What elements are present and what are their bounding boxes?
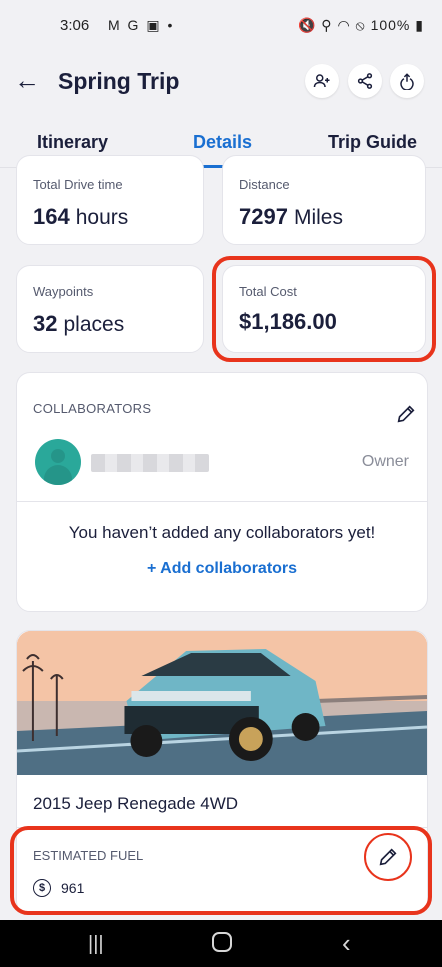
vehicle-image (17, 631, 427, 775)
status-time: 3:06 (60, 17, 90, 34)
waypoints-number: 32 (33, 311, 58, 336)
export-button[interactable] (390, 64, 424, 98)
avatar (35, 439, 81, 485)
waypoints-value: 32 places (33, 311, 124, 337)
add-person-icon (313, 74, 330, 88)
app-bar: ← Spring Trip (0, 50, 442, 112)
export-icon (400, 73, 414, 90)
collaborators-divider (17, 501, 427, 502)
notification-icons: M G ▣ • (108, 17, 175, 33)
battery-icon: ▮ (415, 17, 424, 33)
estimated-fuel-highlight (10, 826, 432, 915)
system-nav-bar: ||| ‹ (0, 920, 442, 967)
page-title: Spring Trip (58, 68, 180, 94)
status-bar: 3:06 M G ▣ • 🔇 ⚲ ◠ ⦸ 100% ▮ (0, 0, 442, 50)
back-arrow-icon[interactable]: ← (14, 67, 42, 95)
waypoints-label: Waypoints (33, 284, 94, 299)
home-icon[interactable] (212, 932, 232, 952)
tab-itinerary[interactable]: Itinerary (37, 132, 108, 153)
vehicle-name: 2015 Jeep Renegade 4WD (33, 794, 239, 813)
owner-role: Owner (361, 453, 409, 470)
add-person-button[interactable] (305, 64, 339, 98)
battery-level: 100% (370, 17, 411, 33)
tab-details[interactable]: Details (193, 132, 252, 153)
add-collaborators-link[interactable]: + Add collaborators (17, 560, 427, 578)
car-illustration (17, 631, 427, 775)
collaborators-card: COLLABORATORS Owner You haven’t added an… (16, 372, 428, 612)
back-nav-icon[interactable]: ‹ (342, 928, 351, 959)
avatar-body (44, 465, 72, 485)
waypoints-card: Waypoints 32 places (16, 265, 204, 353)
waypoints-unit: places (63, 313, 125, 336)
drive-time-label: Total Drive time (33, 177, 123, 192)
system-icons: 🔇 ⚲ ◠ ⦸ 100% ▮ (298, 17, 424, 34)
tab-trip-guide[interactable]: Trip Guide (328, 132, 417, 153)
system-status-icons: 🔇 ⚲ ◠ ⦸ (297, 17, 366, 33)
distance-value: 7297 Miles (239, 204, 343, 230)
distance-label: Distance (239, 177, 290, 192)
share-icon (357, 73, 373, 89)
share-button[interactable] (348, 64, 382, 98)
total-cost-highlight (212, 256, 436, 362)
drive-time-number: 164 (33, 204, 70, 229)
drive-time-value: 164 hours (33, 204, 128, 230)
pencil-icon (397, 405, 415, 423)
collaborators-title: COLLABORATORS (33, 401, 152, 416)
drive-time-unit: hours (75, 206, 129, 229)
blurred-user-name (91, 454, 209, 472)
recent-apps-icon[interactable]: ||| (88, 933, 104, 956)
distance-card: Distance 7297 Miles (222, 155, 426, 245)
distance-unit: Miles (293, 206, 343, 229)
no-collaborators-message: You haven’t added any collaborators yet! (68, 523, 376, 542)
edit-collaborators-button[interactable] (395, 403, 417, 425)
avatar-head (51, 449, 65, 463)
drive-time-card: Total Drive time 164 hours (16, 155, 204, 245)
distance-number: 7297 (239, 204, 288, 229)
